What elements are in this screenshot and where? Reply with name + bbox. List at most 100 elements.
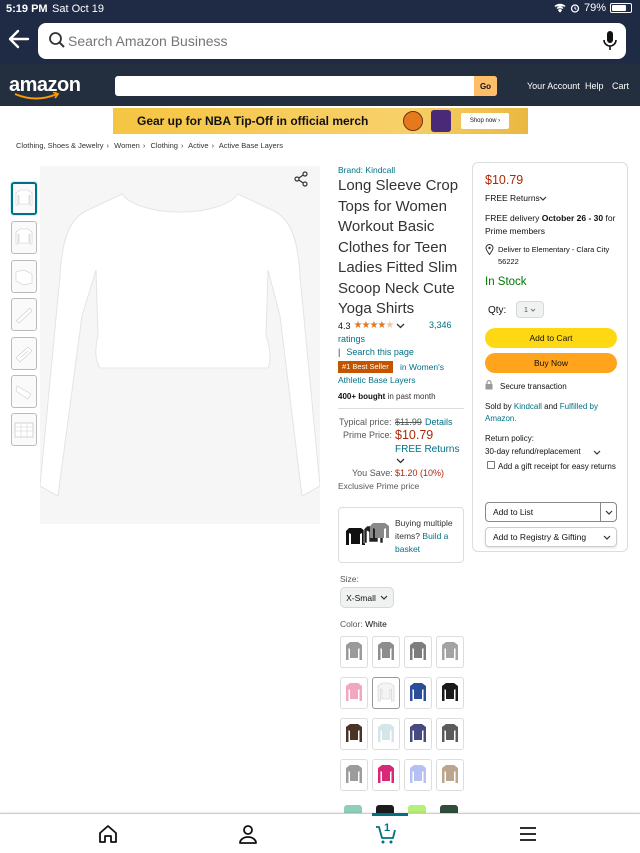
breadcrumb-item[interactable]: Clothing (150, 141, 178, 150)
thumbnail-hem[interactable] (11, 375, 37, 408)
color-swatch[interactable] (404, 759, 432, 791)
back-arrow-icon[interactable] (6, 26, 32, 52)
lock-icon (485, 380, 493, 390)
color-swatch[interactable] (372, 718, 400, 750)
ratings-count-link[interactable]: 3,346 (429, 320, 452, 330)
color-swatch[interactable] (436, 718, 464, 750)
nav-help[interactable]: Help (585, 81, 604, 91)
home-icon[interactable] (96, 822, 120, 846)
color-swatch[interactable] (436, 759, 464, 791)
shop-now-button[interactable]: Shop now › (461, 113, 509, 129)
color-swatch[interactable] (372, 677, 400, 709)
color-swatch[interactable] (404, 677, 432, 709)
thumbnail-sleeve[interactable] (11, 298, 37, 331)
gift-receipt-label[interactable]: Add a gift receipt for easy returns (498, 460, 616, 473)
thumbnail-front[interactable] (11, 182, 37, 215)
rating-row[interactable]: 4.3 ★★★★★ (338, 320, 405, 331)
thumbnail-size-chart[interactable] (11, 413, 37, 446)
return-policy-label: Return policy: (485, 434, 534, 443)
buy-now-button[interactable]: Buy Now (485, 353, 617, 373)
buying-multiple-box[interactable]: Buying multiple items? Build a basket (338, 507, 464, 563)
buybox-price: $10.79 (485, 173, 524, 187)
buying-multiple-text: Buying multiple items? Build a basket (395, 517, 465, 556)
breadcrumb-item[interactable]: Clothing, Shoes & Jewelry (16, 141, 104, 150)
search-go-button[interactable]: Go (474, 76, 497, 96)
gift-receipt-checkbox[interactable] (487, 461, 495, 469)
return-policy-link[interactable]: 30-day refund/replacement (485, 447, 581, 456)
menu-icon[interactable] (516, 822, 540, 846)
ratings-word-link[interactable]: ratings (338, 334, 365, 344)
battery-percent: 79% (583, 2, 606, 14)
thumbnail-back[interactable] (11, 221, 37, 254)
rating-value: 4.3 (338, 320, 351, 331)
color-swatch[interactable] (340, 677, 368, 709)
breadcrumb-item[interactable]: Women (114, 141, 140, 150)
promo-banner[interactable]: Gear up for NBA Tip-Off in official merc… (113, 108, 528, 134)
seller-link[interactable]: Kindcall (514, 402, 542, 411)
best-seller-category-link[interactable]: Athletic Base Layers (338, 375, 415, 385)
search-this-page-link[interactable]: Search this page (346, 347, 414, 357)
add-to-registry-button[interactable]: Add to Registry & Gifting (485, 527, 617, 547)
nav-cart[interactable]: Cart (612, 81, 629, 91)
qty-dropdown[interactable]: 1 (516, 301, 544, 318)
amazon-search-input[interactable] (115, 76, 497, 96)
product-main-image[interactable] (39, 166, 321, 524)
price-details-link[interactable]: Details (425, 417, 453, 427)
best-seller-badge[interactable]: #1 Best Seller (338, 361, 393, 373)
add-to-list-dropdown[interactable] (600, 503, 616, 521)
chevron-down-icon (603, 535, 611, 540)
swatch-partial[interactable] (376, 805, 394, 813)
size-dropdown[interactable]: X-Small (340, 587, 394, 608)
microphone-icon[interactable] (602, 30, 618, 52)
browser-search-input[interactable] (68, 29, 588, 53)
add-to-registry-label: Add to Registry & Gifting (493, 532, 587, 542)
browser-search-box[interactable] (38, 23, 626, 59)
breadcrumb-item[interactable]: Active (188, 141, 208, 150)
qty-label: Qty: (488, 305, 507, 316)
deliver-to-link[interactable]: Deliver to Elementary - Clara City 56222 (498, 244, 620, 268)
chevron-down-icon[interactable] (396, 458, 405, 464)
buybox-free-returns-link[interactable]: FREE Returns (485, 193, 540, 203)
color-swatch[interactable] (404, 718, 432, 750)
color-swatch[interactable] (436, 677, 464, 709)
swatch-partial[interactable] (344, 805, 362, 813)
color-swatch[interactable] (340, 636, 368, 668)
shirt-swatch-icon (442, 724, 458, 742)
buy-box: $10.79 FREE Returns FREE delivery Octobe… (472, 162, 628, 552)
swatch-partial[interactable] (440, 805, 458, 813)
account-icon[interactable] (236, 822, 260, 846)
thumbnail-fabric[interactable] (11, 337, 37, 370)
shirt-swatch-icon (410, 683, 426, 701)
breadcrumb-item[interactable]: Active Base Layers (219, 141, 283, 150)
share-icon[interactable] (293, 171, 309, 187)
chevron-down-icon[interactable] (539, 196, 547, 201)
color-swatch[interactable] (340, 759, 368, 791)
search-page-row: | Search this page (338, 347, 414, 357)
color-swatch[interactable] (436, 636, 464, 668)
chevron-down-icon[interactable] (593, 450, 601, 455)
best-seller-in[interactable]: in Women's (400, 362, 444, 372)
add-to-list-button[interactable]: Add to List (485, 502, 617, 522)
brand-link[interactable]: Brand: Kindcall (338, 165, 395, 175)
color-swatch[interactable] (372, 759, 400, 791)
free-returns-link[interactable]: FREE Returns (395, 444, 459, 455)
thumbnail-folded[interactable] (11, 260, 37, 293)
color-swatch[interactable] (372, 636, 400, 668)
product-title: Long Sleeve Crop Tops for Women Workout … (338, 177, 459, 317)
delivery-prefix: FREE delivery (485, 213, 540, 223)
cart-tab-indicator (372, 813, 408, 816)
divider (338, 408, 464, 409)
swatch-partial[interactable] (408, 805, 426, 813)
battery-level (612, 5, 627, 11)
secure-transaction-link[interactable]: Secure transaction (500, 382, 567, 391)
shirt-swatch-icon (442, 765, 458, 783)
shirt-swatch-icon (346, 642, 362, 660)
add-to-list-label: Add to List (493, 507, 534, 517)
color-swatch[interactable] (340, 718, 368, 750)
color-swatch[interactable] (404, 636, 432, 668)
add-to-cart-button[interactable]: Add to Cart (485, 328, 617, 348)
promo-text: Gear up for NBA Tip-Off in official merc… (137, 114, 369, 128)
amazon-smile-icon (14, 92, 60, 100)
chevron-down-icon (605, 510, 612, 515)
nav-your-account[interactable]: Your Account (527, 81, 580, 91)
